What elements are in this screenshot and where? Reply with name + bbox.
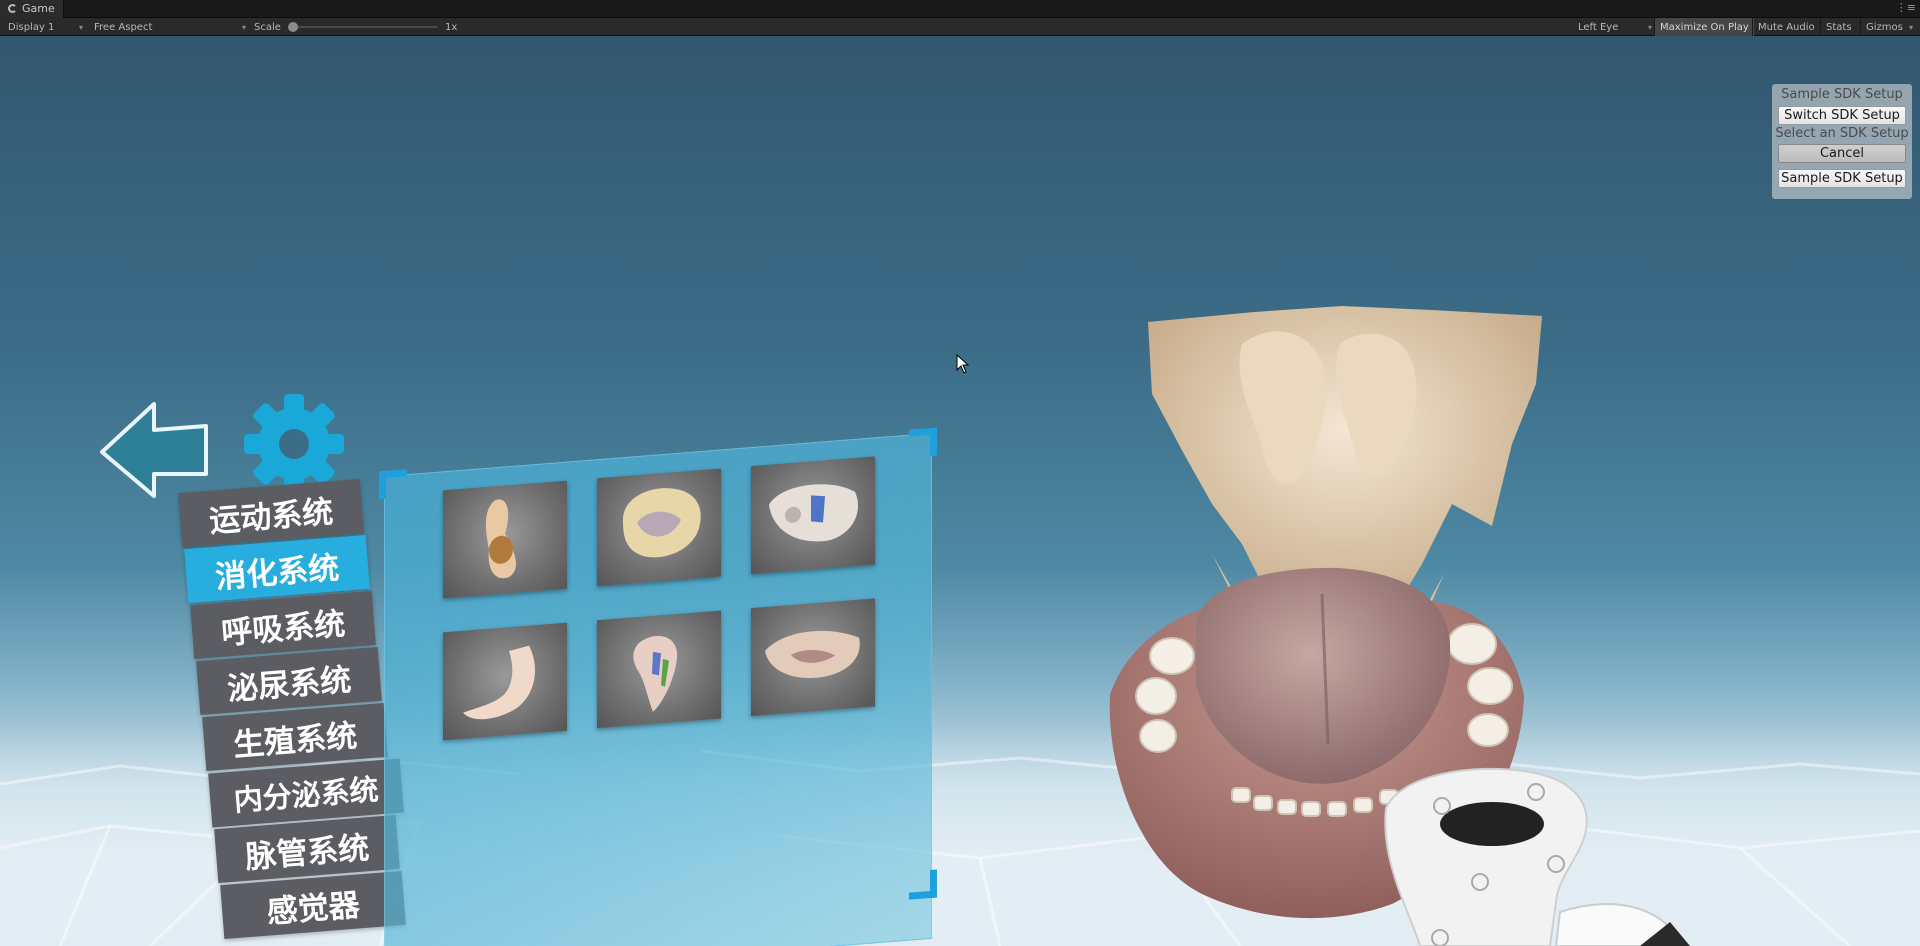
category-label: 呼吸系统 xyxy=(220,605,347,652)
sdk-setup-switcher: Sample SDK Setup Switch SDK Setup Select… xyxy=(1772,84,1912,199)
pancreas-specimen-image xyxy=(485,499,516,579)
liver-ducts-specimen-image xyxy=(633,635,678,712)
aspect-dropdown[interactable]: Free Aspect xyxy=(94,18,246,36)
sdk-panel-title: Sample SDK Setup xyxy=(1781,87,1903,102)
game-view-icon xyxy=(8,4,17,13)
vr-controller-model xyxy=(1384,767,1690,946)
panel-corner-bracket xyxy=(909,869,937,900)
scale-slider-handle[interactable] xyxy=(288,22,298,32)
game-tab-label: Game xyxy=(22,2,55,15)
category-label: 脉管系统 xyxy=(244,829,371,876)
nasal-cavity-specimen-image xyxy=(769,484,858,542)
model-thumbnail-intestine[interactable] xyxy=(597,468,721,587)
stomach-specimen-image xyxy=(463,645,535,720)
back-arrow-icon[interactable] xyxy=(98,402,210,498)
switch-sdk-setup-button[interactable]: Switch SDK Setup xyxy=(1778,106,1906,125)
category-label: 生殖系统 xyxy=(232,717,359,764)
scale-label: Scale xyxy=(254,21,281,33)
tab-options-icon[interactable]: ⋮≡ xyxy=(1896,1,1916,14)
aspect-dropdown-label: Free Aspect xyxy=(94,21,153,33)
panel-corner-bracket xyxy=(909,427,937,458)
scale-value: 1x xyxy=(445,21,458,33)
sample-sdk-setup-button[interactable]: Sample SDK Setup xyxy=(1778,169,1906,188)
model-thumbnail-liver-ducts[interactable] xyxy=(597,610,721,729)
category-sense-organs[interactable]: 感觉器 xyxy=(220,870,406,940)
gizmos-dropdown[interactable]: Gizmos xyxy=(1860,18,1918,36)
head-section-specimen-image xyxy=(765,630,860,679)
eye-dropdown[interactable]: Left Eye xyxy=(1578,18,1652,36)
gizmos-dropdown-label: Gizmos xyxy=(1866,21,1903,33)
category-label: 泌尿系统 xyxy=(226,661,353,708)
model-thumbnail-stomach[interactable] xyxy=(443,622,567,741)
category-label: 运动系统 xyxy=(208,493,335,540)
editor-tab-strip: Game ⋮≡ xyxy=(0,0,1920,18)
category-label: 消化系统 xyxy=(214,549,341,596)
maximize-on-play-toggle[interactable]: Maximize On Play xyxy=(1654,18,1754,36)
model-thumbnail-head-section[interactable] xyxy=(751,598,875,717)
select-sdk-setup-label: Select an SDK Setup xyxy=(1775,126,1909,141)
model-thumbnail-nasal-cavity[interactable] xyxy=(751,456,875,575)
category-label: 感觉器 xyxy=(265,886,362,931)
display-dropdown[interactable]: Display 1 xyxy=(8,18,83,36)
model-selection-panel xyxy=(379,427,937,946)
model-thumbnail-pancreas[interactable] xyxy=(443,480,567,599)
game-tab[interactable]: Game xyxy=(0,0,64,18)
mute-audio-toggle[interactable]: Mute Audio xyxy=(1752,18,1820,36)
stats-toggle[interactable]: Stats xyxy=(1820,18,1857,36)
display-dropdown-label: Display 1 xyxy=(8,21,55,33)
game-viewport[interactable]: 运动系统 消化系统 呼吸系统 泌尿系统 生殖系统 内分泌系统 脉管系统 感觉器 xyxy=(0,36,1920,946)
mouse-cursor-icon xyxy=(956,354,970,374)
category-label: 内分泌系统 xyxy=(232,772,380,818)
scale-slider[interactable] xyxy=(290,26,438,28)
game-view-toolbar: Display 1 Free Aspect Scale 1x Left Eye … xyxy=(0,18,1920,36)
cancel-button[interactable]: Cancel xyxy=(1778,144,1906,163)
intestine-specimen-image xyxy=(622,488,701,558)
eye-dropdown-label: Left Eye xyxy=(1578,21,1619,33)
panel-corner-bracket xyxy=(379,469,407,500)
